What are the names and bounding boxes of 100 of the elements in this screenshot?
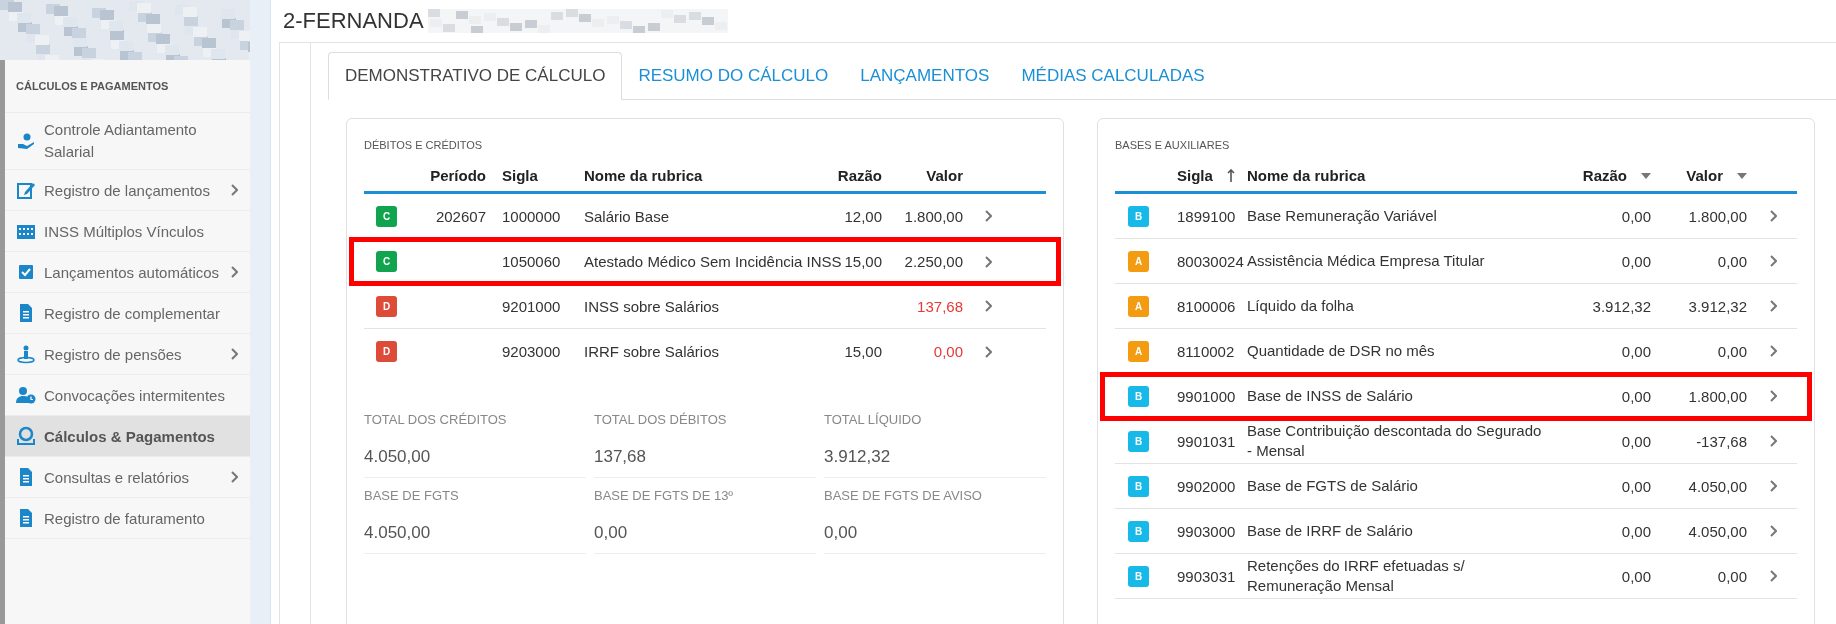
caret-down-icon[interactable] (1641, 172, 1651, 179)
table-cell: Quantidade de DSR no mês (1247, 342, 1435, 359)
table-cell: 1050060 (502, 253, 561, 270)
total-value: 4.050,00 (364, 523, 432, 543)
chevron-right-icon[interactable] (1769, 345, 1777, 357)
table-cell: Base de IRRF de Salário (1247, 522, 1413, 539)
checkbox-icon (16, 262, 36, 282)
table-cell: 15,00 (844, 343, 882, 360)
table-cell: Salário Base (584, 207, 670, 225)
tab[interactable]: LANÇAMENTOS (844, 52, 1006, 100)
chevron-right-icon[interactable] (984, 300, 992, 312)
table-cell: Atestado Médico Sem Incidência INSS (584, 253, 842, 270)
chevron-right-icon[interactable] (1769, 300, 1777, 312)
table-cell: 3.912,32 (1688, 297, 1747, 315)
type-badge: B (1128, 520, 1149, 542)
type-badge: B (1128, 385, 1149, 407)
sidebar-item[interactable]: Registro de pensões (5, 334, 250, 375)
menu-label: Registro de pensões (44, 345, 183, 363)
table-cell: 9903000 (1177, 522, 1236, 540)
table-cell: 15,00 (844, 253, 882, 270)
type-badge: D (376, 341, 397, 362)
type-badge: A (1128, 250, 1149, 272)
menu-label: Cálculos & Pagamentos (44, 427, 216, 445)
table-cell: Líquido da folha (1247, 297, 1354, 314)
total-label: TOTAL LÍQUIDO (824, 412, 923, 427)
column-header[interactable]: Razão (1582, 167, 1627, 184)
total-label: BASE DE FGTS DE AVISO (824, 488, 983, 503)
table-cell: 0,00 (1717, 567, 1747, 585)
sidebar-item[interactable]: Registro de lançamentos (5, 170, 250, 211)
table-cell: Assistência Médica Empresa Titular (1247, 252, 1485, 269)
menu-label: Lançamentos automáticos (44, 263, 221, 281)
table-cell: INSS sobre Salários (584, 297, 720, 315)
column-header[interactable]: Nome da rubrica (1247, 165, 1366, 186)
type-badge: B (1128, 205, 1149, 227)
table-cell: IRRF sobre Salários (584, 343, 720, 360)
table-cell: Base Remuneração Variável (1247, 207, 1437, 224)
table-cell: 3.912,32 (1592, 297, 1651, 315)
table-cell: 0,00 (1621, 432, 1651, 450)
menu-label: Consultas e relatórios (44, 468, 191, 486)
total-value: 137,68 (594, 447, 647, 467)
chevron-right-icon[interactable] (1769, 435, 1777, 447)
column-header[interactable]: Sigla (1177, 167, 1213, 184)
table-cell: 0,00 (1621, 567, 1651, 585)
chevron-right-icon[interactable] (1769, 480, 1777, 492)
chevron-right-icon[interactable] (1769, 210, 1777, 222)
table-cell: 0,00 (1717, 342, 1747, 360)
chevron-right-icon[interactable] (1769, 525, 1777, 537)
sidebar-item[interactable]: Consultas e relatórios (5, 457, 250, 498)
total-label: BASE DE FGTS DE 13º (594, 488, 735, 503)
sidebar-item[interactable]: Registro de faturamento (5, 498, 250, 539)
chevron-right-icon[interactable] (1769, 390, 1777, 402)
table-cell: 0,00 (1621, 387, 1651, 405)
coin-tray-icon (16, 426, 36, 446)
sidebar-item[interactable]: Lançamentos automáticos (5, 252, 250, 293)
menu-label: INSS Múltiplos Vínculos (44, 222, 206, 240)
table-cell: 8110002 (1177, 342, 1235, 360)
menu-label: Registro de complementar (44, 304, 221, 322)
sidebar-item[interactable]: Registro de complementar (5, 293, 250, 334)
table-cell: Base de FGTS de Salário (1247, 477, 1418, 494)
sidebar-item[interactable]: INSS Múltiplos Vínculos (5, 211, 250, 252)
chevron-right-icon[interactable] (984, 345, 992, 358)
total-label: TOTAL DOS CRÉDITOS (364, 412, 508, 427)
menu-label: Controle Adiantamento Salarial (44, 120, 198, 162)
table-cell: 1.800,00 (1688, 387, 1747, 405)
chevron-right-icon[interactable] (1769, 255, 1777, 267)
page-title: 2-FERNANDA (283, 8, 424, 34)
chevron-right-icon[interactable] (984, 210, 992, 222)
table-cell: 137,68 (917, 297, 963, 315)
sort-up-icon[interactable] (1226, 168, 1235, 183)
table-cell: 4.050,00 (1688, 522, 1747, 540)
table-cell: Base Contribuição descontada do Segurado - Mensal (1247, 422, 1542, 459)
total-value: 4.050,00 (364, 447, 432, 467)
table-cell: 202607 (435, 207, 486, 225)
total-value: 0,00 (594, 523, 629, 543)
total-label: BASE DE FGTS (364, 488, 460, 503)
total-value: 0,00 (824, 523, 859, 543)
table-cell: 2.250,00 (904, 253, 963, 270)
total-value: 3.912,32 (824, 447, 892, 467)
tab[interactable]: DEMONSTRATIVO DE CÁLCULO (328, 52, 623, 100)
column-header: Razão (836, 167, 882, 184)
tab[interactable]: RESUMO DO CÁLCULO (622, 52, 845, 100)
chevron-right-icon[interactable] (1769, 570, 1777, 582)
table-cell: 1.800,00 (1688, 207, 1747, 225)
type-badge: B (1128, 475, 1149, 497)
column-header[interactable]: Valor (1686, 167, 1723, 184)
sidebar-item[interactable]: Cálculos & Pagamentos (5, 416, 250, 457)
table-cell: 9902000 (1177, 477, 1236, 495)
table-cell: 0,00 (933, 343, 963, 360)
table-cell: -137,68 (1696, 432, 1747, 450)
section-heading: DÉBITOS E CRÉDITOS (364, 139, 484, 151)
section-heading: BASES E AUXILIARES (1115, 139, 1231, 151)
chevron-right-icon[interactable] (984, 255, 992, 268)
type-badge: C (376, 205, 397, 227)
tab[interactable]: MÉDIAS CALCULADAS (1005, 52, 1221, 100)
table-cell: 4.050,00 (1688, 477, 1747, 495)
caret-down-icon[interactable] (1737, 172, 1747, 179)
type-badge: A (1128, 340, 1149, 362)
person-pin-icon (16, 344, 36, 364)
table-cell: 9901031 (1177, 432, 1236, 450)
table-cell: 0,00 (1621, 522, 1651, 540)
